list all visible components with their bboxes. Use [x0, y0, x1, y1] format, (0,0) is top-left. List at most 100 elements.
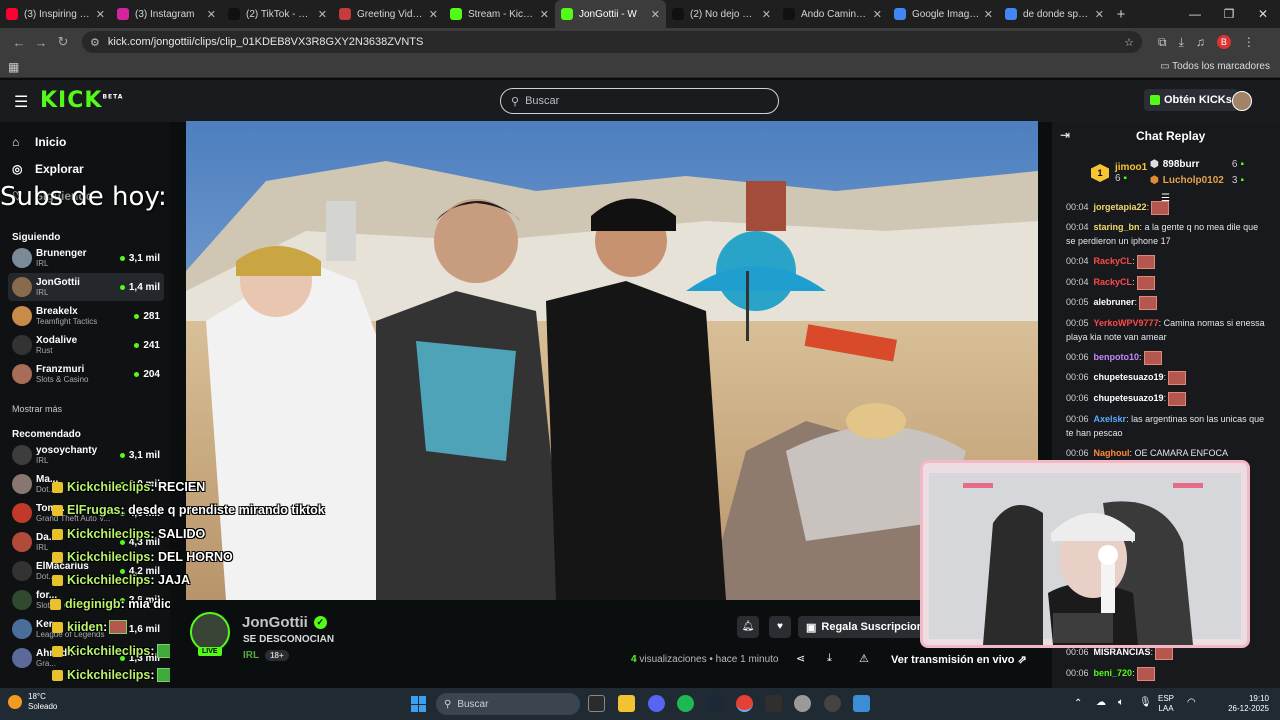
search-input[interactable]: ⚲ Buscar: [500, 88, 779, 114]
chat-username[interactable]: Naghoul: [1094, 448, 1130, 458]
channel-item[interactable]: Brunenger IRL 3,1 mil: [8, 244, 164, 272]
watch-live-link[interactable]: Ver transmisión en vivo ⇗: [891, 653, 1027, 666]
browser-tab[interactable]: (3) Inspiring and Uplifting ✕: [0, 0, 111, 28]
kick-logo[interactable]: KICKBETA: [40, 88, 123, 113]
forward-button[interactable]: →: [30, 35, 52, 50]
reload-button[interactable]: ↻: [52, 34, 74, 50]
tab-close-icon[interactable]: ✕: [318, 8, 327, 21]
chat-username[interactable]: chupetesuazo19: [1094, 393, 1164, 403]
mic-icon[interactable]: 🎙︎: [1139, 697, 1152, 708]
profile-avatar[interactable]: B: [1216, 35, 1231, 49]
follow-heart-button[interactable]: ♥: [769, 616, 791, 638]
channel-item[interactable]: Franzmuri Slots & Casino 204: [8, 360, 164, 388]
discord-icon[interactable]: [648, 695, 665, 712]
download-icon[interactable]: ⤓: [827, 652, 832, 665]
chat-username[interactable]: chupetesuazo19: [1094, 372, 1164, 382]
user-avatar[interactable]: [1232, 91, 1252, 111]
chrome-icon[interactable]: [736, 695, 753, 712]
video-player[interactable]: [186, 121, 1038, 600]
windows-start-icon[interactable]: [411, 696, 427, 712]
top-gifter-3[interactable]: ⬢ Lucholp0102 3 ▪: [1150, 175, 1244, 186]
menu-hamburger-icon[interactable]: ☰: [14, 92, 28, 112]
media-icon[interactable]: ♫: [1196, 35, 1205, 49]
new-tab-button[interactable]: +: [1110, 6, 1132, 23]
chat-username[interactable]: RackyCL: [1094, 256, 1133, 266]
tab-close-icon[interactable]: ✕: [984, 8, 993, 21]
language-indicator[interactable]: ESP LAA: [1158, 694, 1174, 714]
browser-tab[interactable]: de donde spon los ✕: [999, 0, 1110, 28]
task-view-icon[interactable]: [588, 695, 605, 712]
cloud-icon[interactable]: ☁: [1096, 697, 1106, 708]
url-field[interactable]: ⚙ kick.com/jongottii/clips/clip_01KDEB8V…: [82, 31, 1142, 53]
maximize-button[interactable]: ❐: [1212, 7, 1246, 21]
spotify-icon[interactable]: [677, 695, 694, 712]
nav-home[interactable]: ⌂ Inicio: [12, 135, 66, 149]
tab-close-icon[interactable]: ✕: [762, 8, 771, 21]
menu-icon[interactable]: ⋮: [1243, 35, 1255, 49]
tray-chevron-icon[interactable]: ⌃: [1074, 698, 1082, 709]
browser-tab[interactable]: JonGottii - W ✕: [555, 0, 666, 28]
report-icon[interactable]: ⚠: [859, 652, 869, 665]
streamer-avatar[interactable]: [190, 612, 230, 652]
tab-close-icon[interactable]: ✕: [96, 8, 105, 21]
tab-close-icon[interactable]: ✕: [1095, 8, 1104, 21]
chat-username[interactable]: MISRANCIAS: [1094, 647, 1151, 657]
steam-icon[interactable]: [706, 695, 723, 712]
tab-close-icon[interactable]: ✕: [873, 8, 882, 21]
get-kicks-button[interactable]: Obtén KICKs: [1144, 89, 1238, 111]
tab-close-icon[interactable]: ✕: [651, 8, 660, 21]
top-gifter-1[interactable]: 1 jimoo1 6 ▪: [1091, 162, 1147, 184]
apps-grid-icon[interactable]: ▦: [8, 60, 19, 74]
top-gifter-2[interactable]: ⬢ 898burr 6 ▪: [1150, 159, 1244, 170]
file-explorer-icon[interactable]: [618, 695, 635, 712]
site-info-icon[interactable]: ⚙: [90, 36, 100, 49]
taskbar-search[interactable]: ⚲ Buscar: [436, 693, 580, 715]
browser-tab[interactable]: (3) Instagram ✕: [111, 0, 222, 28]
chat-username[interactable]: staring_bn: [1094, 222, 1140, 232]
chat-text: :: [1132, 277, 1135, 287]
app-icon-2[interactable]: [794, 695, 811, 712]
wifi-icon[interactable]: ◠: [1187, 697, 1196, 708]
browser-tab[interactable]: Greeting Video from ✕: [333, 0, 444, 28]
tab-close-icon[interactable]: ✕: [207, 8, 216, 21]
chat-text: :: [1163, 372, 1167, 382]
chat-username[interactable]: alebruner: [1094, 297, 1135, 307]
browser-tab[interactable]: Google Image Result ✕: [888, 0, 999, 28]
channel-item[interactable]: yosoychanty IRL 3,1 mil: [8, 441, 164, 469]
channel-item[interactable]: Xodalive Rust 241: [8, 331, 164, 359]
tab-close-icon[interactable]: ✕: [540, 8, 549, 21]
channel-item[interactable]: Breakelx Teamfight Tactics 281: [8, 302, 164, 330]
back-button[interactable]: ←: [8, 35, 30, 50]
browser-tab[interactable]: Stream - Kick Dashboard ✕: [444, 0, 555, 28]
stream-category[interactable]: IRL 18+: [243, 650, 289, 661]
bookmark-star-icon[interactable]: ☆: [1124, 36, 1134, 49]
chat-username[interactable]: YerkoWPV9777: [1094, 318, 1159, 328]
extensions-icon[interactable]: ⧉: [1158, 35, 1167, 50]
volume-icon[interactable]: 🔈︎: [1118, 697, 1124, 708]
all-bookmarks-link[interactable]: ▭ Todos los marcadores: [1160, 61, 1270, 72]
app-icon-3[interactable]: [853, 695, 870, 712]
chat-username[interactable]: beni_720: [1094, 668, 1133, 678]
chat-username[interactable]: benpoto10: [1094, 352, 1140, 362]
notification-bell-button[interactable]: 🔔︎: [737, 616, 759, 638]
chat-username[interactable]: RackyCL: [1094, 277, 1133, 287]
browser-tab[interactable]: (2) TikTok - Make Your Day ✕: [222, 0, 333, 28]
chat-username[interactable]: jorgetapia22: [1094, 202, 1147, 212]
tab-close-icon[interactable]: ✕: [429, 8, 438, 21]
close-window-button[interactable]: ✕: [1246, 7, 1280, 21]
collapse-chat-icon[interactable]: ⇥: [1060, 128, 1070, 142]
minimize-button[interactable]: —: [1178, 7, 1212, 21]
browser-tab[interactable]: (2) No dejo nada ✕: [666, 0, 777, 28]
show-more-link[interactable]: Mostrar más: [12, 404, 62, 414]
streamer-name[interactable]: JonGottii ✓: [242, 614, 327, 631]
obs-icon[interactable]: [824, 695, 841, 712]
chat-username[interactable]: Axelskr: [1094, 414, 1127, 424]
download-icon[interactable]: ⤓: [1179, 35, 1184, 50]
weather-widget[interactable]: 18°C Soleado: [8, 692, 57, 712]
share-icon[interactable]: ⋖: [796, 652, 805, 665]
nav-explore[interactable]: ◎ Explorar: [12, 162, 84, 176]
browser-tab[interactable]: Ando Caminando ✕: [777, 0, 888, 28]
clock[interactable]: 19:10 26-12-2025: [1219, 694, 1269, 714]
app-icon-1[interactable]: [765, 695, 782, 712]
channel-item[interactable]: JonGottii IRL 1,4 mil: [8, 273, 164, 301]
